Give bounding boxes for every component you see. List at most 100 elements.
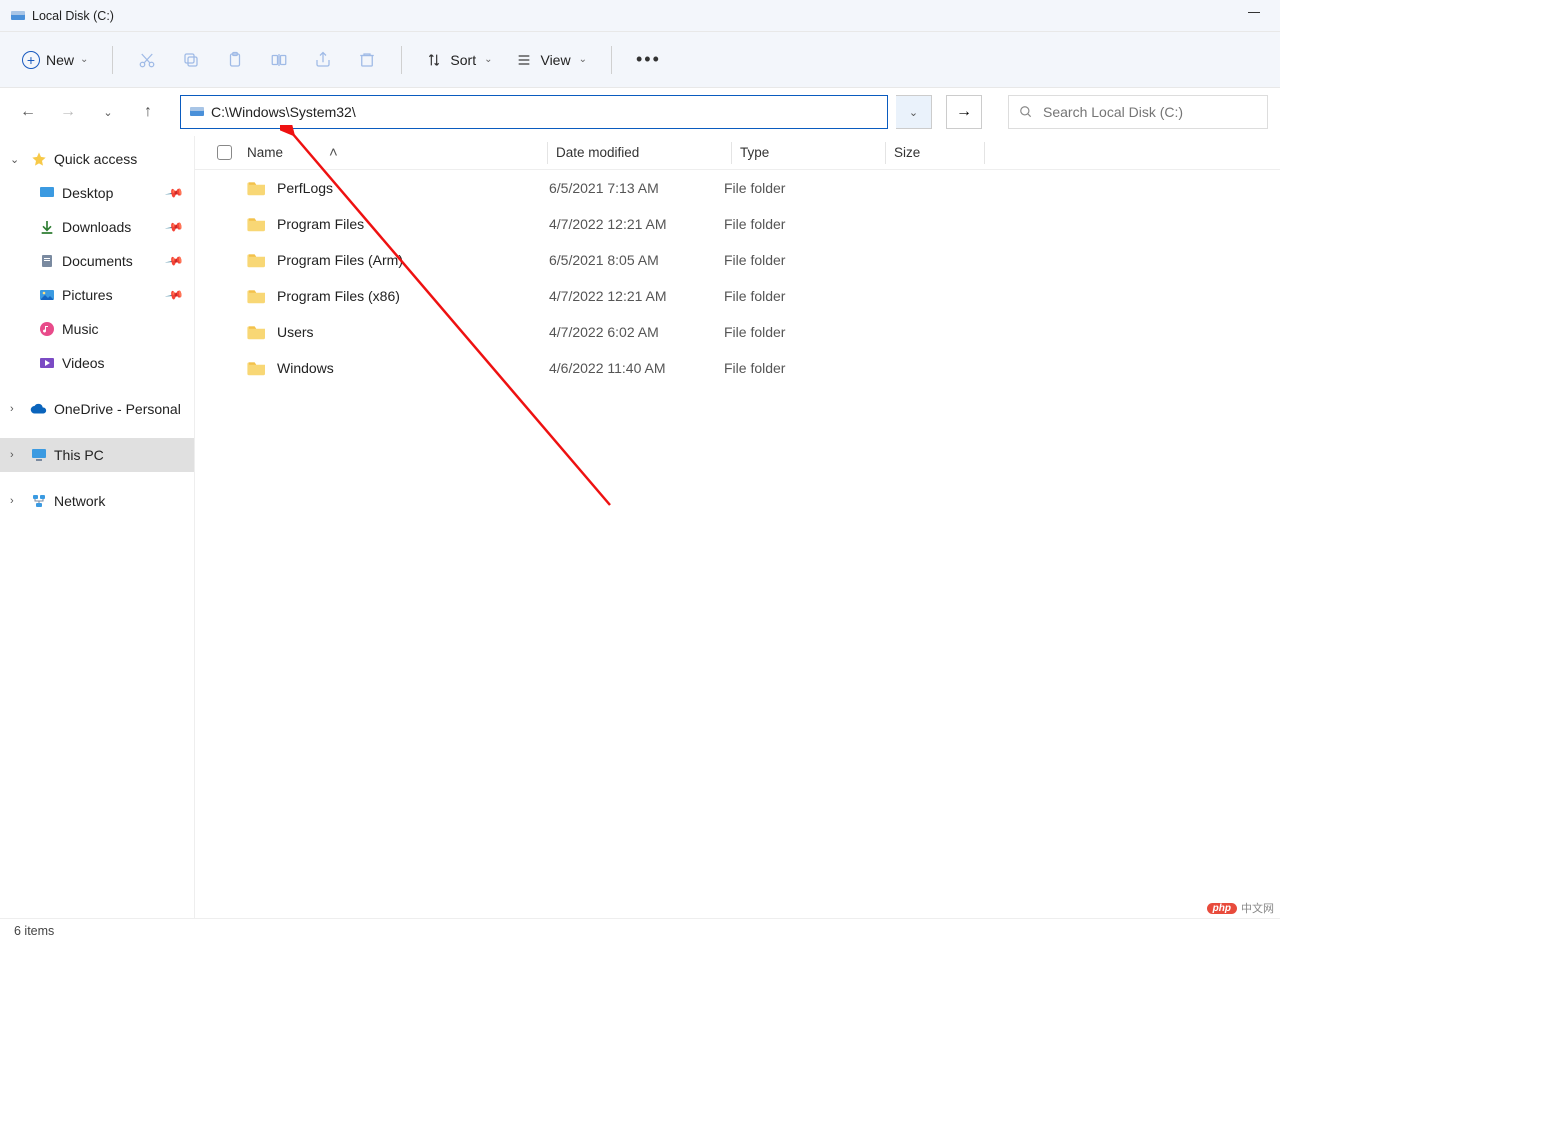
network-icon <box>30 492 48 510</box>
search-box[interactable] <box>1008 95 1268 129</box>
desktop-icon <box>38 184 56 202</box>
table-row[interactable]: Users 4/7/2022 6:02 AM File folder <box>195 314 1280 350</box>
sidebar-item-label: Documents <box>62 253 133 269</box>
file-type: File folder <box>724 216 869 232</box>
address-dropdown[interactable]: ⌄ <box>896 95 932 129</box>
table-row[interactable]: Windows 4/6/2022 11:40 AM File folder <box>195 350 1280 386</box>
quick-access-label: Quick access <box>54 151 137 167</box>
file-name: Program Files (Arm) <box>277 252 549 268</box>
back-button[interactable]: ← <box>12 96 44 128</box>
toolbar: + New ⌄ Sort ⌄ View ⌄ ••• <box>0 32 1280 88</box>
file-type: File folder <box>724 180 869 196</box>
address-bar[interactable] <box>180 95 888 129</box>
file-name: Windows <box>277 360 549 376</box>
rename-button[interactable] <box>259 42 299 78</box>
up-button[interactable]: ↑ <box>132 96 164 128</box>
file-date: 4/7/2022 12:21 AM <box>549 216 724 232</box>
chevron-down-icon: ⌄ <box>484 54 492 65</box>
forward-button[interactable]: → <box>52 96 84 128</box>
sidebar-item-videos[interactable]: Videos <box>0 346 194 380</box>
column-size[interactable]: Size <box>894 145 984 160</box>
share-button[interactable] <box>303 42 343 78</box>
sort-button[interactable]: Sort ⌄ <box>416 46 502 74</box>
pictures-icon <box>38 286 56 304</box>
address-input[interactable] <box>211 104 887 120</box>
cut-button[interactable] <box>127 42 167 78</box>
recent-button[interactable]: ⌄ <box>92 96 124 128</box>
search-icon <box>1019 105 1033 119</box>
chevron-right-icon: › <box>10 495 24 507</box>
column-date[interactable]: Date modified <box>556 145 731 160</box>
table-row[interactable]: Program Files (Arm) 6/5/2021 8:05 AM Fil… <box>195 242 1280 278</box>
sidebar-item-desktop[interactable]: Desktop 📌 <box>0 176 194 210</box>
chevron-down-icon: ⌄ <box>80 54 88 65</box>
copy-button[interactable] <box>171 42 211 78</box>
file-type: File folder <box>724 252 869 268</box>
pin-icon: 📌 <box>164 285 184 305</box>
divider <box>112 46 113 74</box>
sidebar-quick-access[interactable]: ⌄ Quick access <box>0 142 194 176</box>
file-date: 4/7/2022 6:02 AM <box>549 324 724 340</box>
minimize-button[interactable] <box>1248 12 1260 13</box>
column-headers: Name˄ Date modified Type Size <box>195 136 1280 170</box>
chevron-down-icon: ⌄ <box>579 54 587 65</box>
sidebar-item-label: Music <box>62 321 99 337</box>
videos-icon <box>38 354 56 372</box>
table-row[interactable]: Program Files (x86) 4/7/2022 12:21 AM Fi… <box>195 278 1280 314</box>
new-button[interactable]: + New ⌄ <box>12 45 98 75</box>
folder-icon <box>247 180 267 196</box>
chevron-right-icon: › <box>10 403 24 415</box>
paste-button[interactable] <box>215 42 255 78</box>
table-row[interactable]: PerfLogs 6/5/2021 7:13 AM File folder <box>195 170 1280 206</box>
chevron-down-icon: ⌄ <box>10 153 24 166</box>
view-button[interactable]: View ⌄ <box>506 46 596 74</box>
sidebar-item-music[interactable]: Music <box>0 312 194 346</box>
downloads-icon <box>38 218 56 236</box>
column-name[interactable]: Name˄ <box>247 144 547 161</box>
table-row[interactable]: Program Files 4/7/2022 12:21 AM File fol… <box>195 206 1280 242</box>
status-bar: 6 items <box>0 918 1280 942</box>
watermark: php 中文网 <box>1207 900 1274 916</box>
sidebar-onedrive[interactable]: › OneDrive - Personal <box>0 392 194 426</box>
sort-icon <box>426 52 442 68</box>
content-area: Name˄ Date modified Type Size PerfLogs 6… <box>195 136 1280 918</box>
select-all-checkbox[interactable] <box>217 145 247 160</box>
file-name: Program Files (x86) <box>277 288 549 304</box>
file-type: File folder <box>724 288 869 304</box>
more-button[interactable]: ••• <box>626 43 671 76</box>
divider <box>611 46 612 74</box>
cloud-icon <box>30 400 48 418</box>
sidebar-item-downloads[interactable]: Downloads 📌 <box>0 210 194 244</box>
go-button[interactable]: → <box>946 95 982 129</box>
file-list: PerfLogs 6/5/2021 7:13 AM File folder Pr… <box>195 170 1280 918</box>
column-type[interactable]: Type <box>740 145 885 160</box>
titlebar: Local Disk (C:) <box>0 0 1280 32</box>
sidebar: ⌄ Quick access Desktop 📌 Downloads 📌 Doc… <box>0 136 195 918</box>
drive-icon <box>189 104 205 120</box>
delete-button[interactable] <box>347 42 387 78</box>
sidebar-item-documents[interactable]: Documents 📌 <box>0 244 194 278</box>
file-name: PerfLogs <box>277 180 549 196</box>
file-date: 6/5/2021 7:13 AM <box>549 180 724 196</box>
file-date: 4/7/2022 12:21 AM <box>549 288 724 304</box>
file-name: Program Files <box>277 216 549 232</box>
sidebar-item-pictures[interactable]: Pictures 📌 <box>0 278 194 312</box>
sidebar-thispc[interactable]: › This PC <box>0 438 194 472</box>
documents-icon <box>38 252 56 270</box>
sort-asc-icon: ˄ <box>329 144 338 161</box>
star-icon <box>30 150 48 168</box>
navigation-row: ← → ⌄ ↑ ⌄ → <box>0 88 1280 136</box>
folder-icon <box>247 288 267 304</box>
network-label: Network <box>54 493 105 509</box>
file-name: Users <box>277 324 549 340</box>
music-icon <box>38 320 56 338</box>
pin-icon: 📌 <box>164 183 184 203</box>
sort-label: Sort <box>450 52 476 68</box>
sidebar-network[interactable]: › Network <box>0 484 194 518</box>
folder-icon <box>247 360 267 376</box>
plus-icon: + <box>22 51 40 69</box>
thispc-label: This PC <box>54 447 104 463</box>
sidebar-item-label: Pictures <box>62 287 113 303</box>
search-input[interactable] <box>1043 104 1257 120</box>
pc-icon <box>30 446 48 464</box>
